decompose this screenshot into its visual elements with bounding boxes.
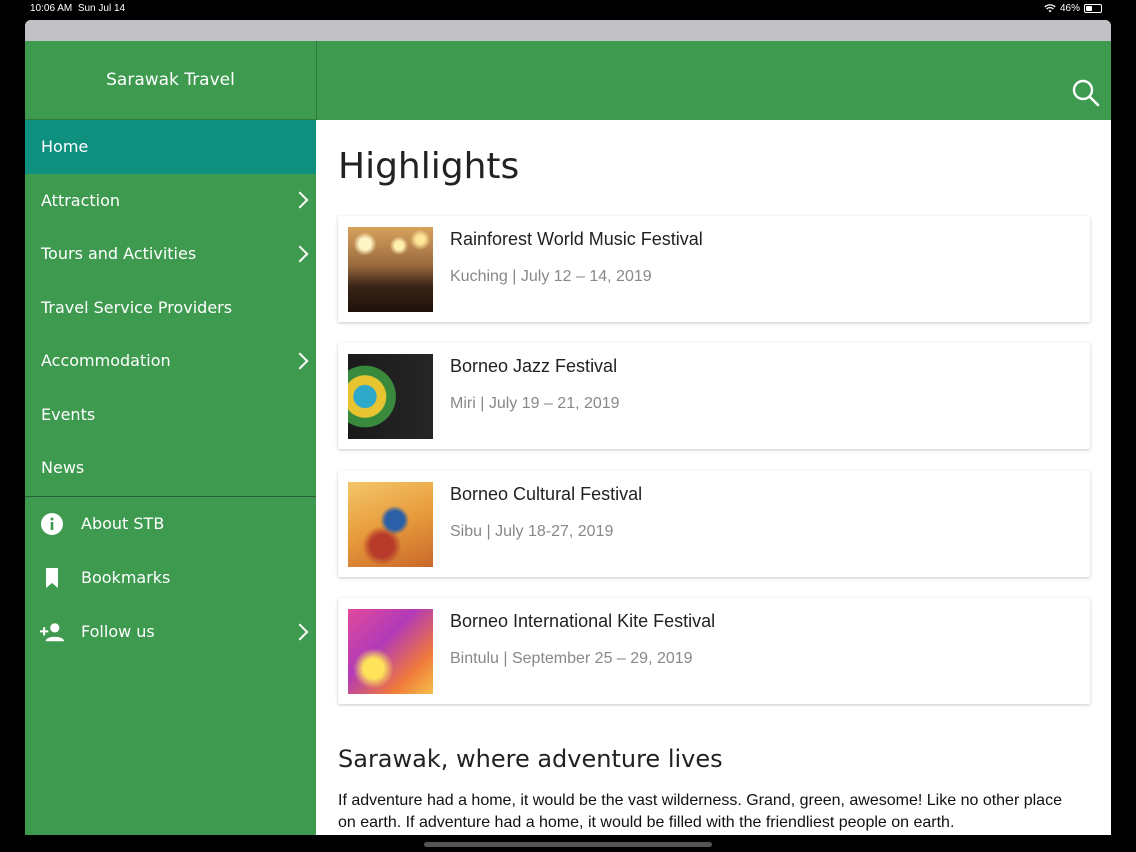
sidebar: Sarawak Travel Home Attraction Tours and…	[25, 41, 316, 835]
event-title: Borneo Jazz Festival	[450, 356, 618, 376]
sidebar-item-about[interactable]: About STB	[25, 497, 316, 551]
event-subtitle: Kuching | July 12 – 14, 2019	[450, 268, 652, 285]
event-card-jazz[interactable]: Borneo Jazz Festival Miri | July 19 – 21…	[338, 343, 1090, 449]
sidebar-item-events[interactable]: Events	[25, 388, 316, 442]
event-subtitle: Sibu | July 18-27, 2019	[450, 523, 614, 540]
section-title: Sarawak, where adventure lives	[338, 745, 723, 773]
person-add-icon	[40, 620, 64, 644]
event-title: Borneo Cultural Festival	[450, 484, 643, 504]
event-card-rainforest[interactable]: Rainforest World Music Festival Kuching …	[338, 216, 1090, 322]
battery-percent: 46%	[1059, 3, 1080, 14]
page-title: Highlights	[338, 146, 520, 187]
sidebar-item-home[interactable]: Home	[25, 120, 316, 174]
event-subtitle: Miri | July 19 – 21, 2019	[450, 395, 620, 412]
sidebar-item-travel-service[interactable]: Travel Service Providers	[25, 281, 316, 335]
event-thumbnail	[348, 227, 433, 312]
event-thumbnail	[348, 609, 433, 694]
sidebar-item-follow[interactable]: Follow us	[25, 605, 316, 659]
sidebar-item-attraction[interactable]: Attraction	[25, 174, 316, 228]
search-icon[interactable]	[1071, 78, 1101, 108]
wifi-icon	[1044, 4, 1056, 13]
sidebar-item-label: Travel Service Providers	[41, 297, 233, 317]
sidebar-item-label: Bookmarks	[81, 568, 171, 587]
event-card-cultural[interactable]: Borneo Cultural Festival Sibu | July 18-…	[338, 471, 1090, 577]
bookmark-icon	[40, 566, 64, 590]
event-card-kite[interactable]: Borneo International Kite Festival Bintu…	[338, 598, 1090, 704]
chevron-right-icon	[291, 245, 309, 263]
event-title: Rainforest World Music Festival	[450, 229, 703, 249]
sidebar-item-label: About STB	[81, 514, 165, 533]
section-body: If adventure had a home, it would be the…	[338, 792, 1062, 831]
main-content: Highlights Rainforest World Music Festiv…	[316, 120, 1111, 835]
app-window: Sarawak Travel Home Attraction Tours and…	[25, 20, 1111, 835]
sidebar-item-news[interactable]: News	[25, 441, 316, 495]
sidebar-item-label: News	[41, 458, 85, 478]
sidebar-item-label: Attraction	[41, 190, 121, 210]
sidebar-item-label: Follow us	[81, 622, 155, 641]
status-time: 10:06 AM Sun Jul 14	[30, 3, 126, 14]
event-subtitle: Bintulu | September 25 – 29, 2019	[450, 650, 693, 667]
chevron-right-icon	[291, 623, 309, 640]
sidebar-item-label: Accommodation	[41, 351, 171, 371]
sidebar-item-label: Tours and Activities	[41, 244, 197, 264]
sidebar-item-bookmarks[interactable]: Bookmarks	[25, 551, 316, 605]
home-indicator[interactable]	[424, 842, 712, 847]
chevron-right-icon	[291, 191, 309, 209]
sidebar-item-label: Home	[41, 137, 89, 157]
sidebar-title: Sarawak Travel	[25, 41, 316, 120]
status-right: 46%	[1044, 3, 1102, 14]
event-title: Borneo International Kite Festival	[450, 611, 716, 631]
top-strip	[25, 20, 1111, 41]
event-thumbnail	[348, 354, 433, 439]
sidebar-item-accommodation[interactable]: Accommodation	[25, 334, 316, 388]
top-app-bar	[316, 41, 1111, 120]
sidebar-item-tours[interactable]: Tours and Activities	[25, 227, 316, 281]
battery-icon	[1084, 4, 1102, 13]
status-bar: 10:06 AM Sun Jul 14 46%	[0, 0, 1136, 18]
info-icon	[40, 512, 64, 536]
event-thumbnail	[348, 482, 433, 567]
chevron-right-icon	[291, 352, 309, 370]
sidebar-item-label: Events	[41, 404, 96, 424]
